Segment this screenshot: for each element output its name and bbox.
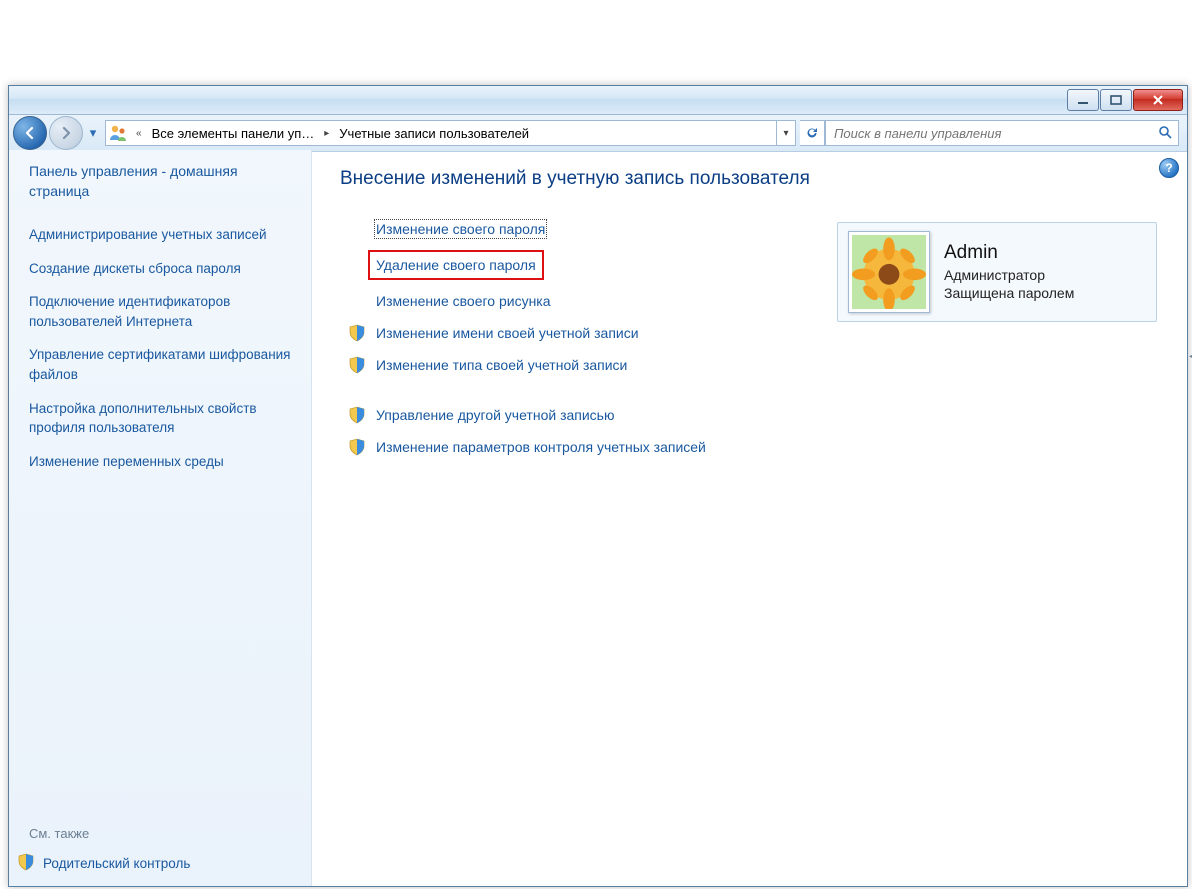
- help-button[interactable]: ?: [1159, 158, 1179, 178]
- forward-button[interactable]: [49, 116, 83, 150]
- sidebar: Панель управления - домашняя страница Ад…: [9, 150, 312, 886]
- content-pane: ? Внесение изменений в учетную запись по…: [312, 150, 1187, 886]
- maximize-button[interactable]: [1100, 89, 1132, 111]
- control-panel-window: ▾ « Все элементы панели уп… ▸ Учетные за…: [8, 85, 1188, 887]
- option-change-account-type[interactable]: Изменение типа своей учетной записи: [376, 354, 1167, 376]
- search-box[interactable]: [825, 120, 1179, 146]
- shield-icon: [348, 438, 366, 456]
- option-link-label: Изменение своего пароля: [376, 221, 545, 237]
- sidebar-link-encryption-certs[interactable]: Управление сертификатами шифрования файл…: [29, 345, 299, 384]
- see-also-link-label: Родительский контроль: [43, 856, 190, 871]
- chevron-left-icon[interactable]: «: [130, 128, 148, 139]
- search-icon[interactable]: [1158, 125, 1172, 142]
- search-input[interactable]: [832, 125, 1158, 142]
- user-accounts-icon: [108, 123, 128, 143]
- option-link-label: Управление другой учетной записью: [376, 407, 614, 423]
- sidebar-link-manage-accounts[interactable]: Администрирование учетных записей: [29, 225, 299, 245]
- breadcrumb-dropdown[interactable]: ▾: [776, 121, 795, 145]
- back-button[interactable]: [13, 116, 47, 150]
- option-link-label: Изменение имени своей учетной записи: [376, 325, 639, 341]
- close-button[interactable]: [1133, 89, 1183, 111]
- option-change-account-name[interactable]: Изменение имени своей учетной записи: [376, 322, 1167, 344]
- page-title: Внесение изменений в учетную запись поль…: [340, 168, 1167, 190]
- avatar-image: [852, 235, 926, 309]
- shield-icon: [348, 356, 366, 374]
- option-manage-other-account[interactable]: Управление другой учетной записью: [376, 404, 1167, 426]
- shield-icon: [17, 853, 35, 874]
- breadcrumb-segment-user-accounts[interactable]: Учетные записи пользователей: [335, 121, 533, 145]
- current-user-card: Admin Администратор Защищена паролем: [837, 222, 1157, 322]
- option-link-label: Изменение своего рисунка: [376, 293, 551, 309]
- sidebar-link-password-reset-disk[interactable]: Создание дискеты сброса пароля: [29, 259, 299, 279]
- option-link-label: Изменение типа своей учетной записи: [376, 357, 627, 373]
- sidebar-link-profile-props[interactable]: Настройка дополнительных свойств профиля…: [29, 399, 299, 438]
- option-link-label: Изменение параметров контроля учетных за…: [376, 439, 706, 455]
- navbar: ▾ « Все элементы панели уп… ▸ Учетные за…: [9, 115, 1187, 152]
- user-role: Администратор: [944, 266, 1074, 284]
- sidebar-link-env-vars[interactable]: Изменение переменных среды: [29, 452, 299, 472]
- user-protection: Защищена паролем: [944, 284, 1074, 302]
- titlebar: [9, 86, 1187, 115]
- shield-icon: [348, 406, 366, 424]
- window-body: Панель управления - домашняя страница Ад…: [9, 150, 1187, 886]
- sidebar-link-online-ids[interactable]: Подключение идентификаторов пользователе…: [29, 292, 299, 331]
- sidebar-home-link[interactable]: Панель управления - домашняя страница: [29, 162, 299, 201]
- see-also-parental-control[interactable]: Родительский контроль: [17, 853, 299, 874]
- avatar-frame: [848, 231, 930, 313]
- breadcrumb: « Все элементы панели уп… ▸ Учетные запи…: [105, 120, 796, 146]
- option-link-label: Удаление своего пароля: [376, 257, 536, 273]
- option-remove-password[interactable]: Удаление своего пароля: [368, 250, 544, 280]
- nav-history-dropdown[interactable]: ▾: [85, 117, 101, 149]
- user-name: Admin: [944, 242, 1074, 264]
- shield-icon: [348, 324, 366, 342]
- see-also-label: См. также: [29, 826, 299, 841]
- option-change-uac-settings[interactable]: Изменение параметров контроля учетных за…: [376, 436, 1167, 458]
- breadcrumb-segment-all-items[interactable]: Все элементы панели уп…: [148, 121, 319, 145]
- minimize-button[interactable]: [1067, 89, 1099, 111]
- chevron-right-icon: ▸: [318, 128, 335, 139]
- refresh-button[interactable]: [800, 120, 825, 146]
